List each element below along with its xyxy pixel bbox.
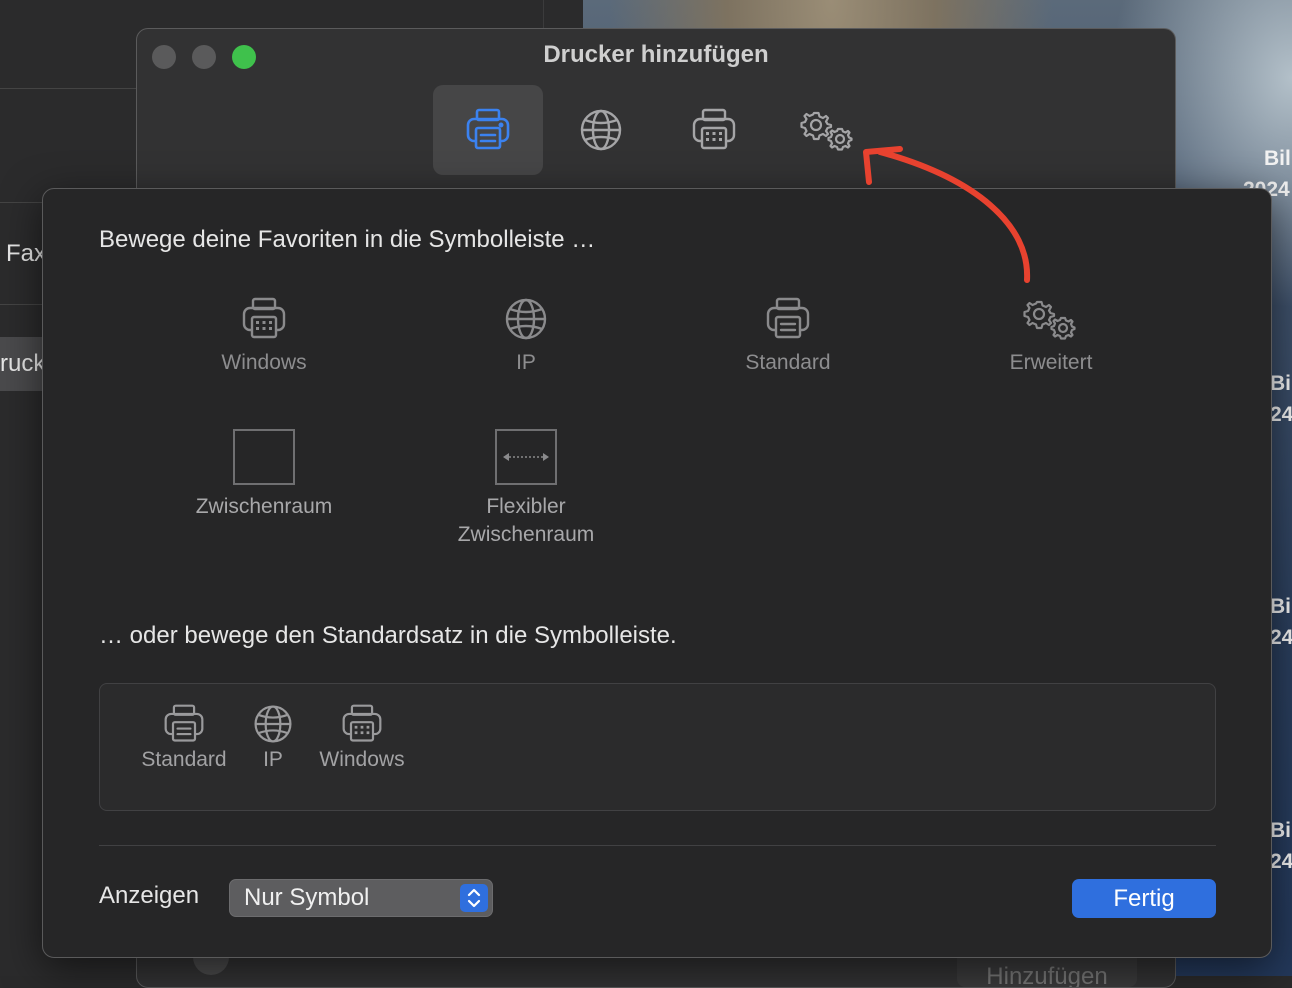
window-title: Drucker hinzufügen [543,41,769,68]
default-item-windows: Windows [314,702,410,772]
show-mode-value: Nur Symbol [244,884,370,911]
printer-icon [164,704,204,742]
done-button[interactable]: Fertig [1072,879,1216,918]
toolbar-standard-button[interactable] [433,85,543,175]
default-item-standard: Standard [136,702,232,772]
toolbar-ip-button[interactable] [546,85,656,175]
favorite-item-label: Zwischenraum [195,495,333,518]
flexible-space-icon [495,429,557,485]
favorite-item-label: IP [516,351,536,374]
background-label-fax: Fax [6,240,47,267]
favorites-heading: Bewege deine Favoriten in die Symbolleis… [99,226,596,253]
divider [99,845,1216,846]
windows-printer-icon [342,704,382,742]
default-item-label: Windows [319,748,405,771]
favorite-item-advanced[interactable]: Erweitert [920,295,1182,377]
favorite-item-label: Standard [745,351,831,374]
toolbar-advanced-button[interactable] [772,85,882,175]
favorite-item-label: Erweitert [1009,351,1093,374]
gears-icon [800,111,853,151]
favorite-item-space[interactable]: Zwischenraum [133,429,395,521]
windows-printer-icon [692,108,736,150]
customize-toolbar-sheet: Bewege deine Favoriten in die Symbolleis… [42,188,1272,958]
printer-icon [466,108,510,150]
divider [0,88,136,89]
show-label: Anzeigen [99,882,200,909]
desktop-file-label[interactable]: 24 [1270,403,1292,427]
favorite-item-label: Flexibler Zwischenraum [457,495,595,546]
gears-icon [1023,300,1076,340]
desktop-file-label[interactable]: Bil [1270,595,1292,619]
show-mode-select[interactable]: Nur Symbol [229,879,493,917]
favorite-item-flexible-space[interactable]: Flexibler Zwischenraum [395,429,657,549]
chevron-up-down-icon [460,884,488,912]
desktop-file-label[interactable]: Bil [1270,819,1292,843]
default-item-ip: IP [248,702,298,772]
desktop-file-label[interactable]: 24 [1270,850,1292,874]
divider [543,0,544,30]
default-item-label: IP [263,748,283,771]
globe-icon [580,109,622,151]
windows-printer-icon [242,297,286,339]
default-set-box[interactable]: Standard IP Windows [99,683,1216,811]
favorite-item-windows[interactable]: Windows [133,295,395,377]
printer-icon [766,297,810,339]
favorite-item-standard[interactable]: Standard [657,295,919,377]
space-icon [233,429,295,485]
globe-icon [505,298,547,340]
favorite-item-ip[interactable]: IP [395,295,657,377]
desktop-file-label[interactable]: Bil [1270,372,1292,396]
toolbar-windows-button[interactable] [659,85,769,175]
globe-icon [254,705,292,743]
desktop-file-label[interactable]: 24 [1270,626,1292,650]
default-set-heading: … oder bewege den Standardsatz in die Sy… [99,622,677,649]
background-label-drucker: ruck [0,350,46,377]
favorite-item-label: Windows [221,351,307,374]
desktop-file-label[interactable]: Bil [1264,147,1291,171]
default-item-label: Standard [141,748,227,771]
